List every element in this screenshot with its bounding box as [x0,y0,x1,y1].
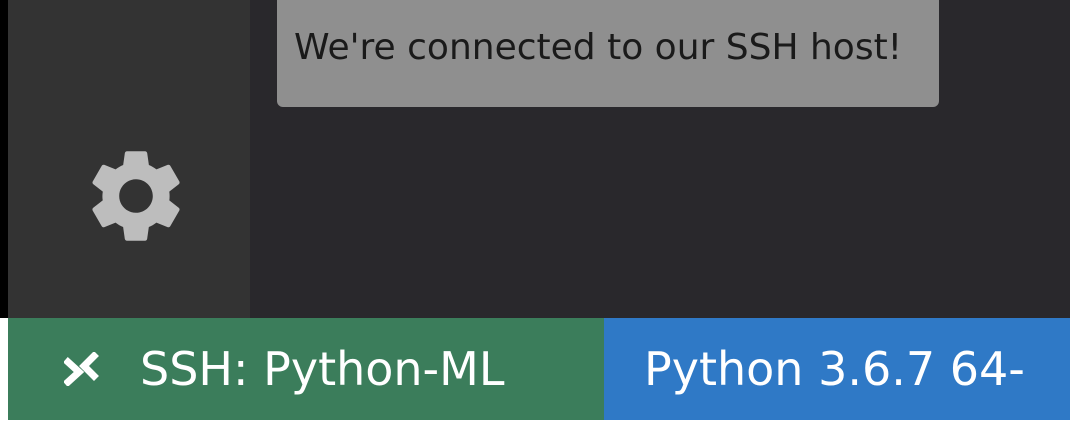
remote-host-indicator[interactable]: SSH: Python-ML [8,318,604,420]
notification-toast: We're connected to our SSH host! [277,0,939,107]
vscode-window: We're connected to our SSH host! SSH: Py… [0,0,1070,422]
python-interpreter-indicator[interactable]: Python 3.6.7 64- [604,318,1070,420]
left-window-edge [0,0,8,318]
python-interpreter-label: Python 3.6.7 64- [644,342,1025,396]
gear-icon[interactable] [80,140,192,252]
remote-host-label: SSH: Python-ML [140,342,505,396]
remote-icon [64,352,99,386]
toast-message: We're connected to our SSH host! [294,27,903,68]
status-bar: SSH: Python-ML Python 3.6.7 64- [0,318,1070,420]
activity-bar [8,0,250,318]
editor-area: We're connected to our SSH host! [250,0,1070,318]
